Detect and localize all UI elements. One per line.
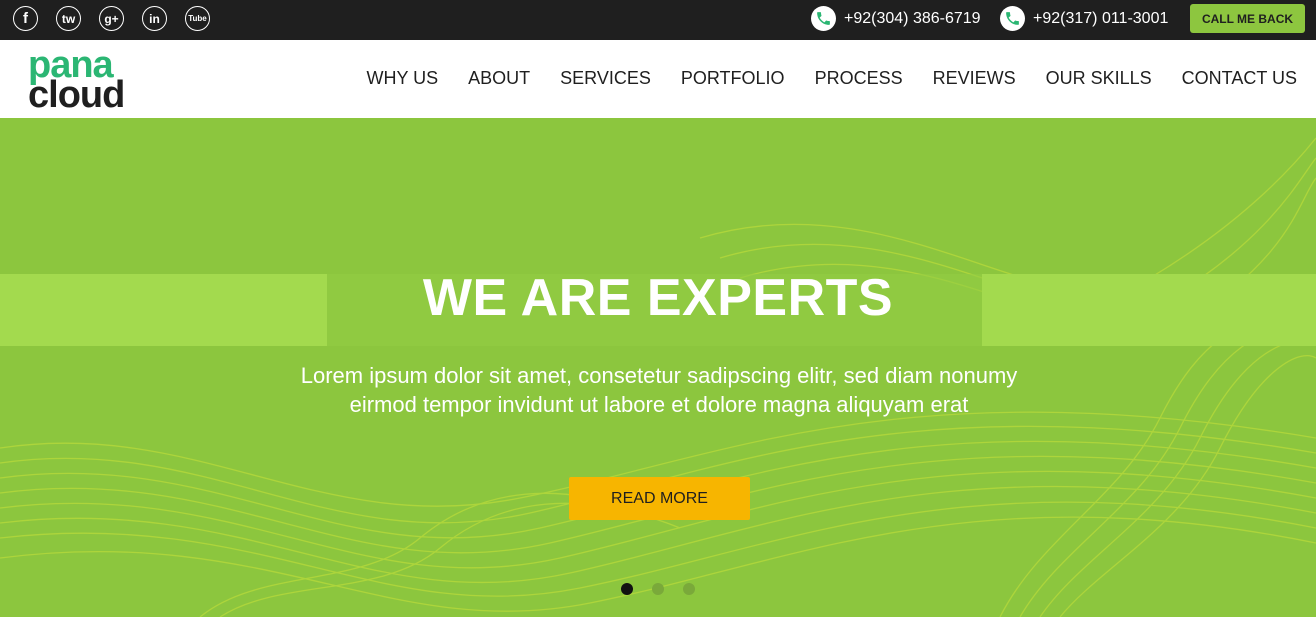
phone-contact-1[interactable]: +92(304) 386-6719 [811, 6, 981, 31]
slide-dot-2[interactable] [652, 583, 664, 595]
call-me-back-button[interactable]: CALL ME BACK [1190, 4, 1305, 33]
facebook-glyph: f [23, 10, 28, 27]
hero-slider: WE ARE EXPERTS Lorem ipsum dolor sit ame… [0, 118, 1316, 617]
nav-why-us[interactable]: WHY US [366, 68, 438, 89]
phone-number-2: +92(317) 011-3001 [1033, 9, 1169, 27]
nav-portfolio[interactable]: PORTFOLIO [681, 68, 785, 89]
logo[interactable]: pana cloud [28, 46, 140, 116]
top-bar: f tw g+ in Tube +92(304) 386-6719 +92(31… [0, 0, 1316, 40]
twitter-glyph: tw [61, 11, 76, 26]
logo-line-2: cloud [28, 74, 125, 116]
social-links: f tw g+ in Tube [13, 6, 210, 31]
slider-pagination [621, 583, 695, 595]
site-header: pana cloud WHY US ABOUT SERVICES PORTFOL… [0, 40, 1316, 118]
hero-title: WE ARE EXPERTS [422, 269, 894, 327]
nav-services[interactable]: SERVICES [560, 68, 651, 89]
slide-dot-1[interactable] [621, 583, 633, 595]
google-plus-glyph: g+ [104, 11, 119, 26]
main-nav: WHY US ABOUT SERVICES PORTFOLIO PROCESS … [366, 68, 1297, 89]
youtube-icon[interactable]: Tube [185, 6, 210, 31]
phone-contact-2[interactable]: +92(317) 011-3001 [1000, 6, 1168, 31]
phone-icon [811, 6, 836, 31]
nav-our-skills[interactable]: OUR SKILLS [1046, 68, 1152, 89]
youtube-glyph: Tube [188, 13, 207, 23]
phone-number-1: +92(304) 386-6719 [844, 9, 981, 27]
facebook-icon[interactable]: f [13, 6, 38, 31]
linkedin-glyph: in [149, 11, 160, 26]
nav-about[interactable]: ABOUT [468, 68, 530, 89]
nav-reviews[interactable]: REVIEWS [933, 68, 1016, 89]
google-plus-icon[interactable]: g+ [99, 6, 124, 31]
phone-icon [1000, 6, 1025, 31]
linkedin-icon[interactable]: in [142, 6, 167, 31]
nav-contact-us[interactable]: CONTACT US [1182, 68, 1297, 89]
nav-process[interactable]: PROCESS [815, 68, 903, 89]
twitter-icon[interactable]: tw [56, 6, 81, 31]
read-more-button[interactable]: READ MORE [569, 477, 750, 520]
slide-dot-3[interactable] [683, 583, 695, 595]
hero-description: Lorem ipsum dolor sit amet, consetetur s… [300, 363, 1018, 417]
